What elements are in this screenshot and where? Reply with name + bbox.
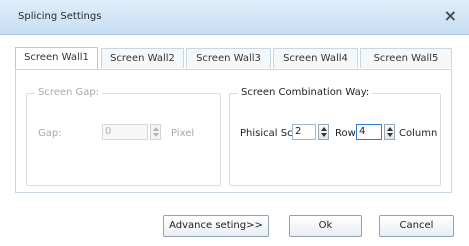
- screen-gap-title: Screen Gap:: [35, 87, 103, 98]
- stepper-down-icon: [321, 133, 327, 137]
- tab-screen-wall5[interactable]: Screen Wall5: [360, 48, 452, 68]
- column-label: Column: [399, 128, 438, 139]
- cancel-button[interactable]: Cancel: [379, 215, 454, 237]
- physical-screen-label: Phisical Sc: [240, 128, 293, 139]
- stepper-up-icon: [387, 127, 393, 131]
- column-stepper[interactable]: [384, 124, 395, 140]
- tab-screen-wall4[interactable]: Screen Wall4: [273, 48, 358, 68]
- stepper-down-icon: [387, 133, 393, 137]
- gap-label: Gap:: [38, 128, 62, 139]
- row-stepper[interactable]: [318, 124, 329, 140]
- tab-screen-wall1[interactable]: Screen Wall1: [15, 47, 98, 69]
- stepper-up-icon: [153, 127, 159, 131]
- screen-gap-group: Screen Gap: Gap: 0 Pixel: [26, 87, 221, 186]
- splicing-settings-dialog: Splicing Settings × Screen Wall1 Screen …: [0, 0, 469, 246]
- advance-setting-button[interactable]: Advance seting>>: [163, 215, 269, 237]
- stepper-down-icon: [153, 133, 159, 137]
- tab-screen-wall3[interactable]: Screen Wall3: [186, 48, 271, 68]
- gap-unit-label: Pixel: [171, 128, 195, 139]
- row-input[interactable]: 2: [292, 124, 316, 140]
- gap-input[interactable]: 0: [102, 124, 148, 140]
- tab-screen-wall2[interactable]: Screen Wall2: [101, 48, 184, 68]
- close-icon[interactable]: ×: [444, 6, 457, 25]
- gap-stepper[interactable]: [150, 124, 161, 140]
- window-title: Splicing Settings: [18, 11, 102, 22]
- title-bar[interactable]: Splicing Settings ×: [0, 0, 469, 35]
- stepper-up-icon: [321, 127, 327, 131]
- screen-combination-group: Screen Combination Way: Phisical Sc 2 Ro…: [229, 87, 441, 186]
- ok-button[interactable]: Ok: [289, 215, 362, 237]
- row-label: Row: [335, 128, 356, 139]
- tab-panel-screen-wall1: Screen Gap: Gap: 0 Pixel Screen Combinat…: [15, 69, 452, 193]
- column-input[interactable]: 4: [356, 124, 382, 140]
- screen-combination-title: Screen Combination Way:: [238, 87, 373, 98]
